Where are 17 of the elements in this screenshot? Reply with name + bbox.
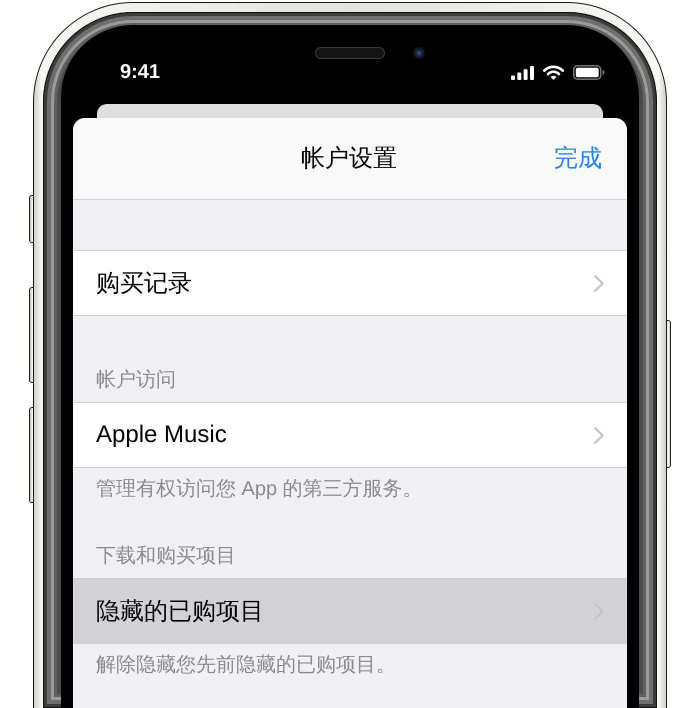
- chevron-right-icon: [594, 274, 604, 292]
- list-row[interactable]: Apple Music: [73, 403, 627, 467]
- speaker-grille-icon: [315, 47, 385, 59]
- section-footer: 管理有权访问您 App 的第三方服务。: [73, 468, 627, 503]
- section-footer: 解除隐藏您先前隐藏的已购项目。: [73, 644, 627, 679]
- camera-lens-icon: [413, 47, 425, 59]
- signal-icon: [511, 66, 534, 80]
- battery-icon: [573, 65, 605, 80]
- section-header: 帐户访问: [95, 368, 177, 393]
- chevron-right-icon: [594, 426, 604, 444]
- wifi-icon: [543, 65, 564, 80]
- list-row[interactable]: 购买记录: [73, 251, 627, 315]
- section-header: 下载和购买项目: [95, 544, 237, 569]
- status-time: 9:41: [120, 60, 160, 84]
- done-button[interactable]: 完成: [554, 144, 602, 174]
- list-row[interactable]: 隐藏的已购项目: [73, 579, 627, 643]
- nav-title: 帐户设置: [301, 144, 397, 174]
